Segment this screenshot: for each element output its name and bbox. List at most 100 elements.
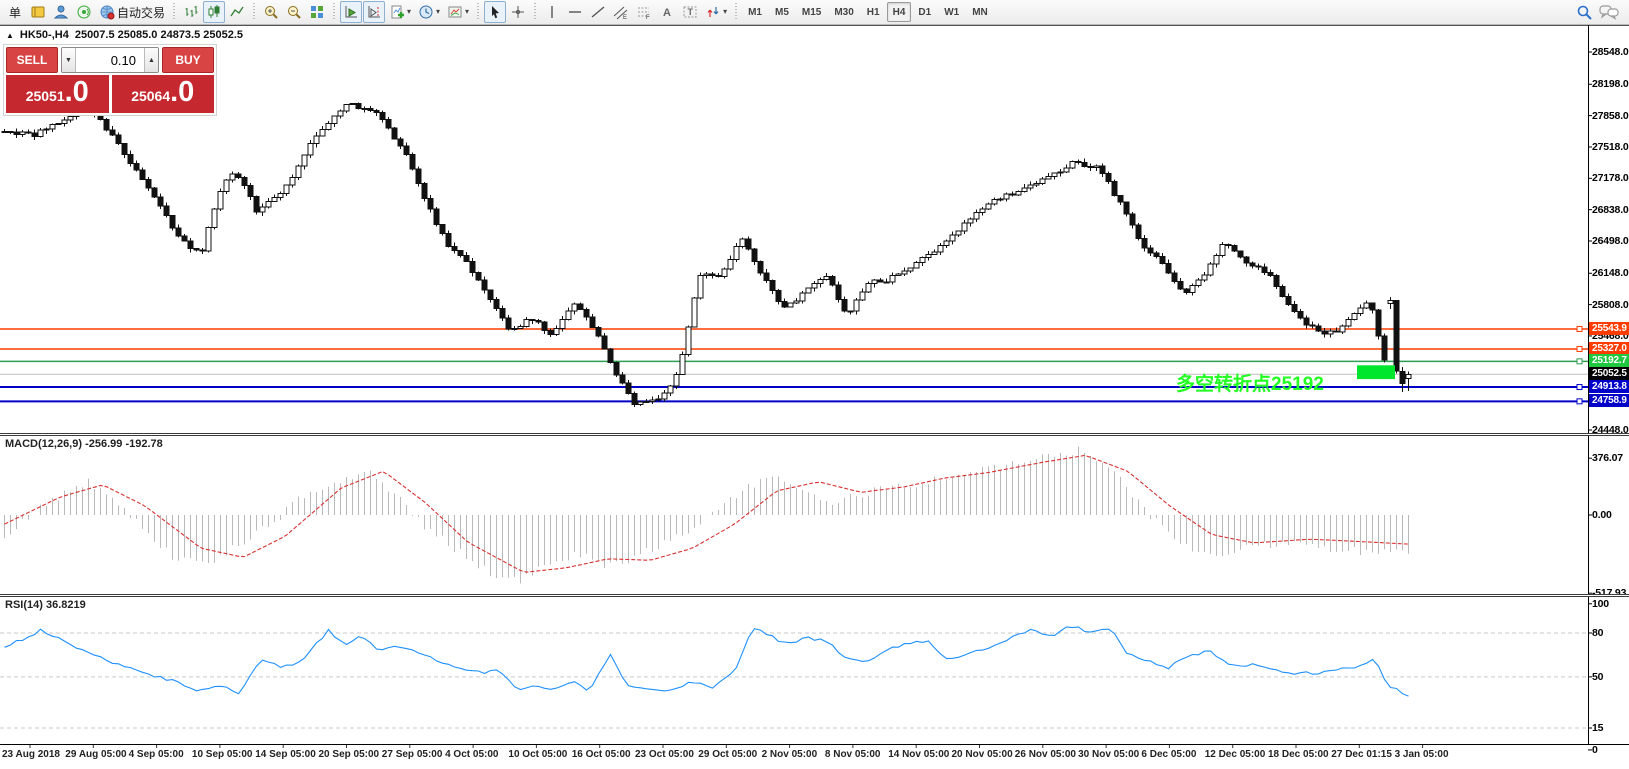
- price-tick-label: 26498.0: [1592, 235, 1629, 247]
- time-axis-label: 18 Dec 05:00: [1268, 749, 1329, 760]
- chat-icon[interactable]: [1599, 4, 1619, 20]
- price-tick-label: 27858.0: [1592, 110, 1629, 122]
- volume-up-button[interactable]: ▲: [144, 48, 158, 72]
- trade-panel-top-row: SELL ▼ 0.10 ▲ BUY: [6, 47, 214, 73]
- crosshair-button[interactable]: [507, 1, 529, 23]
- toolbar-grip: [171, 3, 177, 21]
- volume-input[interactable]: 0.10: [76, 48, 144, 72]
- zoom-out-button[interactable]: [283, 1, 305, 23]
- chart-line-icon: [229, 4, 245, 20]
- svg-text:F: F: [646, 15, 650, 20]
- current-price-label: 25052.5: [1589, 367, 1629, 380]
- horizontal-line-icon: [567, 4, 583, 20]
- price-tick-label: 28548.0: [1592, 46, 1629, 58]
- horizontal-line-button[interactable]: [564, 1, 586, 23]
- buy-button[interactable]: BUY: [162, 47, 214, 73]
- periods-clock-icon: [418, 4, 434, 20]
- chart-shift-button[interactable]: [363, 1, 385, 23]
- time-axis-label: 23 Oct 05:00: [635, 749, 694, 760]
- time-axis-label: 20 Sep 05:00: [319, 749, 380, 760]
- svg-text:A: A: [663, 7, 671, 19]
- trendline-button[interactable]: [587, 1, 609, 23]
- vertical-line-button[interactable]: [541, 1, 563, 23]
- zoom-in-button[interactable]: [260, 1, 282, 23]
- chart-candles-button[interactable]: [203, 1, 225, 23]
- chart-title: ▲ HK50-,H4 25007.5 25085.0 24873.5 25052…: [6, 29, 243, 41]
- text-label-button[interactable]: T: [679, 1, 701, 23]
- tf-h4-button[interactable]: H4: [887, 2, 912, 22]
- autotrading-button[interactable]: 自动交易: [96, 1, 168, 23]
- trendline-icon: [590, 4, 606, 20]
- tf-h1-button[interactable]: H1: [861, 2, 886, 22]
- new-order-button[interactable]: 单: [4, 1, 26, 23]
- zoom-in-icon: [263, 4, 279, 20]
- hline-price-label: 24758.9: [1589, 394, 1629, 407]
- chevron-down-icon: ▾: [723, 8, 727, 16]
- chart-candles-icon: [206, 4, 222, 20]
- tf-m5-button[interactable]: M5: [769, 2, 795, 22]
- add-indicator-button[interactable]: ▾: [386, 1, 414, 23]
- tf-m30-button[interactable]: M30: [828, 2, 859, 22]
- hline-price-label: 25543.9: [1589, 322, 1629, 335]
- fibonacci-button[interactable]: F: [633, 1, 655, 23]
- text-button[interactable]: A: [656, 1, 678, 23]
- chevron-down-icon: ▾: [407, 8, 411, 16]
- tile-windows-button[interactable]: [306, 1, 328, 23]
- time-axis-label: 27 Sep 05:00: [382, 749, 443, 760]
- periods-button[interactable]: ▾: [415, 1, 443, 23]
- search-icon[interactable]: [1576, 4, 1593, 21]
- price-tick-label: 26838.0: [1592, 204, 1629, 216]
- toolbar-grip: [331, 3, 337, 21]
- arrows-button[interactable]: ▾: [702, 1, 730, 23]
- auto-scroll-button[interactable]: [340, 1, 362, 23]
- signals-button[interactable]: [73, 1, 95, 23]
- chart-bars-button[interactable]: [180, 1, 202, 23]
- tf-d1-button[interactable]: D1: [912, 2, 937, 22]
- tf-mn-button[interactable]: MN: [966, 2, 994, 22]
- cursor-icon: [487, 4, 503, 20]
- crosshair-icon: [510, 4, 526, 20]
- templates-button[interactable]: ▾: [444, 1, 472, 23]
- trade-panel-price-row: 25051 .0 25064 .0: [6, 75, 214, 113]
- price-tick-label: 27178.0: [1592, 172, 1629, 184]
- cursor-button[interactable]: [484, 1, 506, 23]
- journal-icon: [30, 4, 46, 20]
- time-axis-label: 23 Aug 2018: [2, 749, 60, 760]
- text-label-icon: T: [682, 4, 698, 20]
- volume-down-button[interactable]: ▼: [62, 48, 76, 72]
- time-axis-label: 8 Nov 05:00: [825, 749, 881, 760]
- pane-separator-rsi[interactable]: [0, 594, 1629, 597]
- rsi-level-lines: [0, 633, 1588, 728]
- journal-button[interactable]: [27, 1, 49, 23]
- highlight-rect[interactable]: [1357, 365, 1395, 379]
- tf-w1-button[interactable]: W1: [938, 2, 965, 22]
- collapse-icon[interactable]: ▲: [6, 31, 14, 40]
- annotation-text[interactable]: 多空转折点25192: [1176, 369, 1324, 396]
- time-axis-label: 30 Nov 05:00: [1078, 749, 1139, 760]
- svg-text:E: E: [623, 15, 627, 20]
- macd-label: MACD(12,26,9) -256.99 -192.78: [5, 438, 163, 450]
- toolbar-grip: [532, 3, 538, 21]
- time-axis-line: [0, 744, 1629, 745]
- rsi-label: RSI(14) 36.8219: [5, 599, 86, 611]
- globe-icon: [99, 4, 115, 20]
- accounts-button[interactable]: [50, 1, 72, 23]
- time-axis-label: 4 Sep 05:00: [129, 749, 184, 760]
- new-order-label: 单: [9, 4, 21, 21]
- toolbar-grip: [475, 3, 481, 21]
- horizontal-lines[interactable]: [0, 326, 1588, 403]
- macd-tick-label: 376.07: [1592, 452, 1623, 464]
- sell-button[interactable]: SELL: [6, 47, 58, 73]
- pane-separator-macd[interactable]: [0, 433, 1629, 436]
- one-click-trade-panel: SELL ▼ 0.10 ▲ BUY 25051 .0 25064 .0: [3, 44, 217, 116]
- buy-price-box[interactable]: 25064 .0: [112, 75, 215, 113]
- sell-price-box[interactable]: 25051 .0: [6, 75, 109, 113]
- tf-m15-button[interactable]: M15: [796, 2, 827, 22]
- chart-line-button[interactable]: [226, 1, 248, 23]
- channel-button[interactable]: E: [610, 1, 632, 23]
- tf-m1-button[interactable]: M1: [742, 2, 768, 22]
- chart-canvas[interactable]: [0, 0, 1629, 769]
- rsi-tick-label: 100: [1592, 598, 1609, 610]
- symbol-period-label: HK50-,H4: [20, 29, 69, 41]
- time-axis-label: 26 Nov 05:00: [1015, 749, 1076, 760]
